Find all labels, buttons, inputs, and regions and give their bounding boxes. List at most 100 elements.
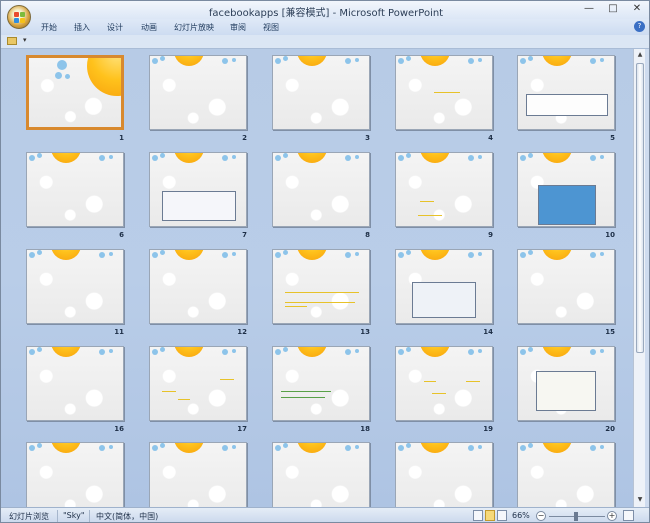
maximize-button[interactable]: □: [605, 3, 621, 16]
slide-thumbnail[interactable]: [517, 249, 615, 324]
slide-thumbnail[interactable]: [26, 442, 124, 507]
slide-sorter-view-icon[interactable]: [485, 510, 495, 521]
bubble-graphic: [29, 252, 35, 258]
tab-design[interactable]: 设计: [107, 22, 123, 33]
green-text-line: [281, 391, 331, 392]
status-divider: [57, 510, 58, 522]
slide-thumbnail[interactable]: [149, 346, 247, 421]
slide-number: 7: [242, 231, 247, 239]
sun-graphic: [542, 56, 572, 66]
slide-thumbnail[interactable]: [395, 249, 493, 324]
qat-dropdown-icon[interactable]: ▾: [23, 36, 27, 44]
slide-thumbnail[interactable]: [395, 442, 493, 507]
slide-thumbnail[interactable]: [26, 346, 124, 421]
slide-number: 3: [365, 134, 370, 142]
window-title: facebookapps [兼容模式] - Microsoft PowerPoi…: [208, 8, 444, 19]
yellow-text-line: [285, 302, 355, 303]
bubble-graphic: [109, 155, 113, 159]
bubble-graphic: [152, 155, 158, 161]
bubble-graphic: [275, 155, 281, 161]
sun-graphic: [297, 153, 327, 163]
tab-view[interactable]: 视图: [263, 22, 279, 33]
tab-review[interactable]: 审阅: [230, 22, 246, 33]
slide-thumbnail[interactable]: [149, 152, 247, 227]
zoom-in-icon[interactable]: +: [607, 511, 617, 521]
bubble-graphic: [600, 58, 604, 62]
slide-thumbnail[interactable]: [26, 152, 124, 227]
bubble-graphic: [590, 58, 596, 64]
fit-window-icon[interactable]: [623, 510, 634, 521]
yellow-text-line: [178, 399, 190, 400]
tab-slideshow[interactable]: 幻灯片放映: [174, 22, 214, 33]
bubble-graphic: [222, 252, 228, 258]
zoom-level[interactable]: 66%: [512, 511, 530, 520]
sun-graphic: [420, 56, 450, 66]
bubble-graphic: [283, 347, 288, 352]
bubble-graphic: [275, 349, 281, 355]
tab-home[interactable]: 开始: [41, 22, 57, 33]
tab-animation[interactable]: 动画: [141, 22, 157, 33]
slide-thumbnail[interactable]: [395, 152, 493, 227]
slide-thumbnail[interactable]: [26, 249, 124, 324]
help-icon[interactable]: ?: [634, 21, 645, 32]
slide-thumbnail[interactable]: [395, 55, 493, 130]
close-button[interactable]: ✕: [629, 3, 645, 16]
slide-thumbnail[interactable]: [149, 249, 247, 324]
sun-graphic: [420, 443, 450, 453]
slide-number: 5: [610, 134, 615, 142]
slide-thumbnail[interactable]: [517, 152, 615, 227]
minimize-button[interactable]: —: [581, 3, 597, 16]
bubble-graphic: [406, 347, 411, 352]
slide-thumbnail[interactable]: [272, 55, 370, 130]
bubble-graphic: [345, 252, 351, 258]
slide-thumbnail[interactable]: [517, 442, 615, 507]
zoom-slider-thumb[interactable]: [574, 512, 578, 521]
sun-graphic: [174, 56, 204, 66]
slide-thumbnail[interactable]: [272, 152, 370, 227]
bubble-graphic: [406, 250, 411, 255]
office-button[interactable]: [7, 5, 31, 29]
bubble-graphic: [232, 349, 236, 353]
slide-thumbnail[interactable]: [517, 55, 615, 130]
slide-thumbnail[interactable]: [395, 346, 493, 421]
zoom-out-icon[interactable]: −: [536, 511, 546, 521]
slide-thumbnail[interactable]: [272, 346, 370, 421]
bubble-graphic: [65, 74, 70, 79]
scroll-down-icon[interactable]: ▼: [635, 495, 645, 505]
slideshow-view-icon[interactable]: [497, 510, 507, 521]
bubble-graphic: [29, 349, 35, 355]
bubble-graphic: [355, 252, 359, 256]
normal-view-icon[interactable]: [473, 510, 483, 521]
bubble-graphic: [283, 153, 288, 158]
bubble-graphic: [468, 155, 474, 161]
scroll-up-icon[interactable]: ▲: [635, 50, 645, 60]
bubble-graphic: [160, 153, 165, 158]
bubble-graphic: [520, 58, 526, 64]
slide-thumbnail[interactable]: [517, 346, 615, 421]
bubble-graphic: [468, 445, 474, 451]
slide-thumbnail[interactable]: [26, 55, 124, 130]
slide-thumbnail[interactable]: [272, 249, 370, 324]
bubble-graphic: [232, 155, 236, 159]
slide-thumbnail[interactable]: [149, 442, 247, 507]
bubble-graphic: [275, 252, 281, 258]
bubble-graphic: [232, 58, 236, 62]
sun-graphic: [297, 443, 327, 453]
bubble-graphic: [406, 56, 411, 61]
bubble-graphic: [57, 60, 67, 70]
open-folder-icon[interactable]: [7, 37, 17, 45]
vertical-scrollbar[interactable]: ▲ ▼: [633, 49, 645, 507]
sun-graphic: [51, 153, 81, 163]
bubble-graphic: [222, 349, 228, 355]
sun-graphic: [174, 443, 204, 453]
slide-background: [150, 347, 246, 420]
bubble-graphic: [355, 58, 359, 62]
slide-sorter[interactable]: 1 2 3 4 5 6 7 8 9 10 11 12 13 14 15 16 17 18 19 20: [1, 49, 633, 507]
slide-thumbnail[interactable]: [272, 442, 370, 507]
slide-background: [273, 56, 369, 129]
status-language[interactable]: 中文(简体，中国): [96, 511, 158, 522]
bubble-graphic: [99, 155, 105, 161]
tab-insert[interactable]: 插入: [74, 22, 90, 33]
slide-thumbnail[interactable]: [149, 55, 247, 130]
scroll-thumb[interactable]: [636, 63, 644, 353]
